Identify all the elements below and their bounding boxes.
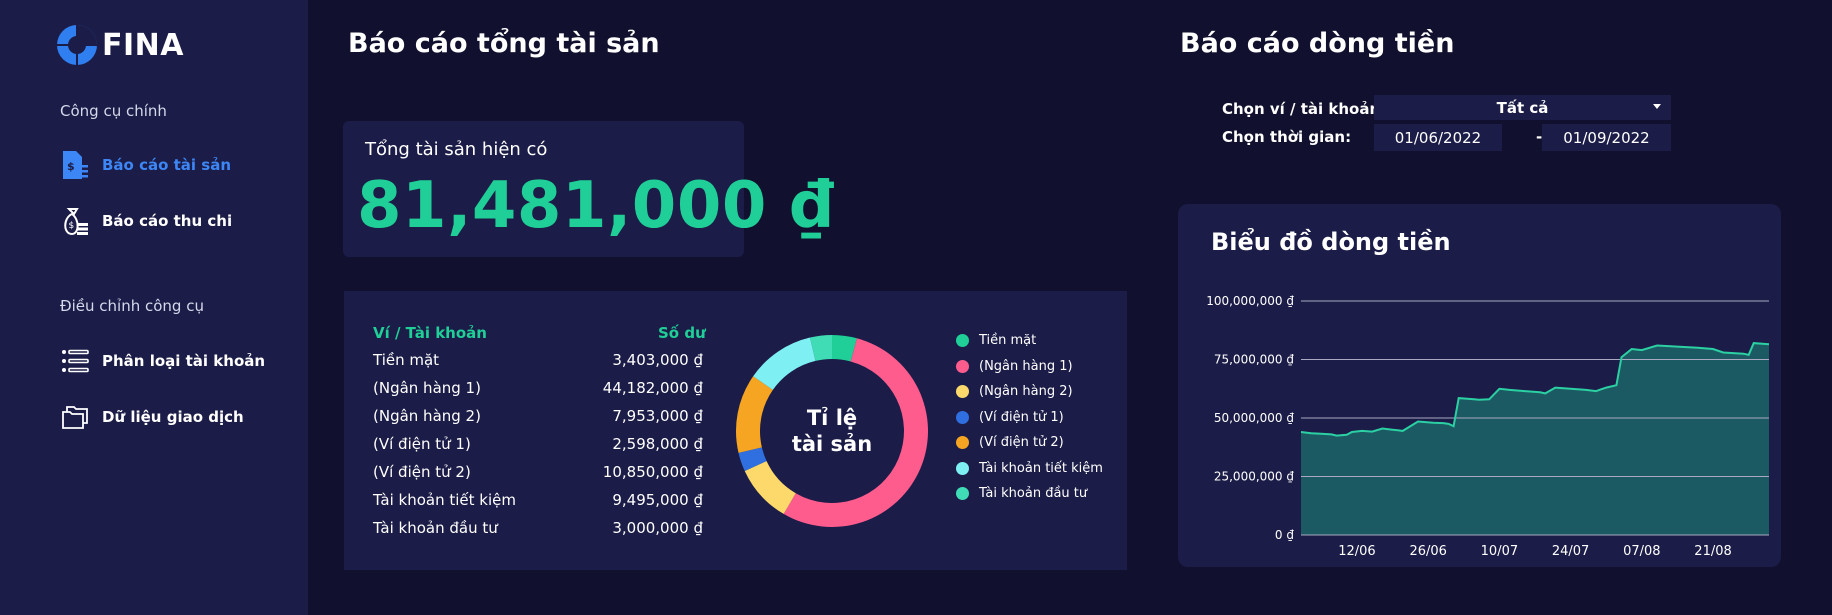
assets-report-title: Báo cáo tổng tài sản: [348, 28, 660, 59]
asset-ratio-donut: Tỉ lệ tài sản: [732, 331, 932, 531]
donut-legend: Tiền mặt (Ngân hàng 1) (Ngân hàng 2) (Ví…: [956, 328, 1103, 507]
account-name: (Ngân hàng 2): [373, 407, 481, 425]
sidebar-item-transaction-data[interactable]: Dữ liệu giao dịch: [60, 402, 244, 432]
date-to-input[interactable]: 01/09/2022: [1542, 124, 1671, 151]
account-name: Tài khoản tiết kiệm: [373, 491, 516, 509]
donut-center-line2: tài sản: [791, 432, 873, 456]
x-tick-label: 21/08: [1694, 544, 1731, 559]
legend-dot: [956, 410, 969, 424]
legend-dot: [956, 461, 969, 475]
list-icon: [60, 346, 90, 376]
fina-logo-icon: [57, 25, 97, 65]
total-assets-label: Tổng tài sản hiện có: [365, 139, 548, 160]
y-tick-label: 0 ₫: [1275, 528, 1294, 542]
section-main-label: Công cụ chính: [60, 102, 167, 120]
wallet-filter-label: Chọn ví / tài khoản:: [1222, 100, 1387, 118]
legend-item[interactable]: (Ngân hàng 1): [956, 354, 1103, 380]
x-tick-label: 12/06: [1338, 544, 1375, 559]
account-name: (Ví điện tử 1): [373, 435, 471, 453]
legend-label: (Ngân hàng 1): [979, 358, 1073, 374]
account-name: (Ví điện tử 2): [373, 463, 471, 481]
legend-item[interactable]: (Ngân hàng 2): [956, 379, 1103, 405]
assets-breakdown-card: Ví / Tài khoản Số dư Tiền mặt 3,403,000 …: [344, 291, 1127, 570]
x-tick-label: 26/06: [1409, 544, 1446, 559]
account-balance: 44,182,000 ₫: [602, 379, 703, 397]
legend-label: (Ngân hàng 2): [979, 384, 1073, 400]
donut-center-label: Tỉ lệ tài sản: [732, 331, 932, 531]
sidebar-item-asset-report[interactable]: $ Báo cáo tài sản: [60, 150, 231, 180]
account-balance: 7,953,000 ₫: [612, 407, 703, 425]
table-row: Tiền mặt 3,403,000 ₫: [373, 351, 703, 369]
legend-item[interactable]: Tài khoản tiết kiệm: [956, 456, 1103, 482]
chevron-down-icon: [1653, 104, 1661, 109]
y-tick-label: 25,000,000 ₫: [1214, 470, 1295, 484]
y-tick-label: 75,000,000 ₫: [1214, 353, 1295, 367]
brand-name: FINA: [102, 27, 184, 63]
wallet-select[interactable]: Tất cả: [1374, 95, 1671, 120]
legend-label: (Ví điện tử 1): [979, 409, 1064, 425]
legend-item[interactable]: Tiền mặt: [956, 328, 1103, 354]
sidebar-item-label: Dữ liệu giao dịch: [102, 408, 244, 426]
sidebar: FINA Công cụ chính $ Báo cáo tài sản $ B…: [0, 0, 308, 615]
svg-text:$: $: [69, 221, 75, 231]
account-balance: 10,850,000 ₫: [602, 463, 703, 481]
legend-label: Tài khoản tiết kiệm: [979, 460, 1103, 476]
x-tick-label: 10/07: [1481, 544, 1518, 559]
legend-dot: [956, 359, 969, 373]
legend-item[interactable]: (Ví điện tử 2): [956, 430, 1103, 456]
total-assets-card: Tổng tài sản hiện có 81,481,000 ₫: [343, 121, 834, 257]
wallet-select-value: Tất cả: [1496, 98, 1549, 117]
table-row: (Ngân hàng 1) 44,182,000 ₫: [373, 379, 703, 397]
donut-center-line1: Tỉ lệ: [806, 406, 858, 430]
col-header-balance: Số dư: [658, 324, 706, 342]
total-assets-value: 81,481,000 ₫: [357, 169, 835, 243]
legend-dot: [956, 334, 969, 348]
table-row: (Ví điện tử 2) 10,850,000 ₫: [373, 463, 703, 481]
section-tools-label: Điều chỉnh công cụ: [60, 297, 204, 315]
account-balance: 9,495,000 ₫: [612, 491, 703, 509]
legend-dot: [956, 385, 969, 399]
table-row: (Ví điện tử 1) 2,598,000 ₫: [373, 435, 703, 453]
sidebar-item-account-classification[interactable]: Phân loại tài khoản: [60, 346, 265, 376]
table-row: (Ngân hàng 2) 7,953,000 ₫: [373, 407, 703, 425]
cashflow-area-chart: 0 ₫ 25,000,000 ₫ 50,000,000 ₫ 75,000,000 ₫ 1…: [1206, 294, 1770, 559]
account-balance: 2,598,000 ₫: [612, 435, 703, 453]
sidebar-item-income-report[interactable]: $ Báo cáo thu chi: [60, 206, 232, 236]
sidebar-item-label: Báo cáo tài sản: [102, 156, 232, 174]
y-tick-label: 50,000,000 ₫: [1214, 411, 1295, 425]
asset-report-icon: $: [60, 150, 90, 180]
legend-label: (Ví điện tử 2): [979, 435, 1064, 451]
legend-dot: [956, 436, 969, 450]
col-header-account: Ví / Tài khoản: [373, 324, 487, 342]
brand-logo[interactable]: FINA: [56, 24, 184, 66]
sidebar-item-label: Báo cáo thu chi: [102, 212, 233, 230]
account-balance: 3,000,000 ₫: [612, 519, 703, 537]
money-bag-icon: $: [60, 206, 90, 236]
x-tick-label: 07/08: [1623, 544, 1660, 559]
account-name: Tiền mặt: [373, 351, 440, 369]
legend-item[interactable]: Tài khoản đầu tư: [956, 481, 1103, 507]
cashflow-report-title: Báo cáo dòng tiền: [1180, 28, 1455, 59]
legend-label: Tài khoản đầu tư: [979, 486, 1088, 502]
legend-item[interactable]: (Ví điện tử 1): [956, 405, 1103, 431]
time-filter-label: Chọn thời gian:: [1222, 128, 1352, 146]
table-row: Tài khoản tiết kiệm 9,495,000 ₫: [373, 491, 703, 509]
account-balance: 3,403,000 ₫: [612, 351, 703, 369]
account-name: Tài khoản đầu tư: [373, 519, 498, 537]
date-from-input[interactable]: 01/06/2022: [1374, 124, 1502, 151]
svg-text:$: $: [67, 160, 75, 173]
folders-icon: [60, 402, 90, 432]
x-tick-label: 24/07: [1552, 544, 1589, 559]
legend-label: Tiền mặt: [979, 333, 1037, 349]
area-fill: [1301, 343, 1769, 535]
sidebar-item-label: Phân loại tài khoản: [102, 352, 266, 370]
legend-dot: [956, 487, 969, 501]
account-name: (Ngân hàng 1): [373, 379, 481, 397]
cashflow-chart-card: Biểu đồ dòng tiền 0 ₫ 25,000,000 ₫ 50,000,…: [1178, 204, 1781, 567]
table-row: Tài khoản đầu tư 3,000,000 ₫: [373, 519, 703, 537]
y-tick-label: 100,000,000 ₫: [1206, 294, 1294, 308]
